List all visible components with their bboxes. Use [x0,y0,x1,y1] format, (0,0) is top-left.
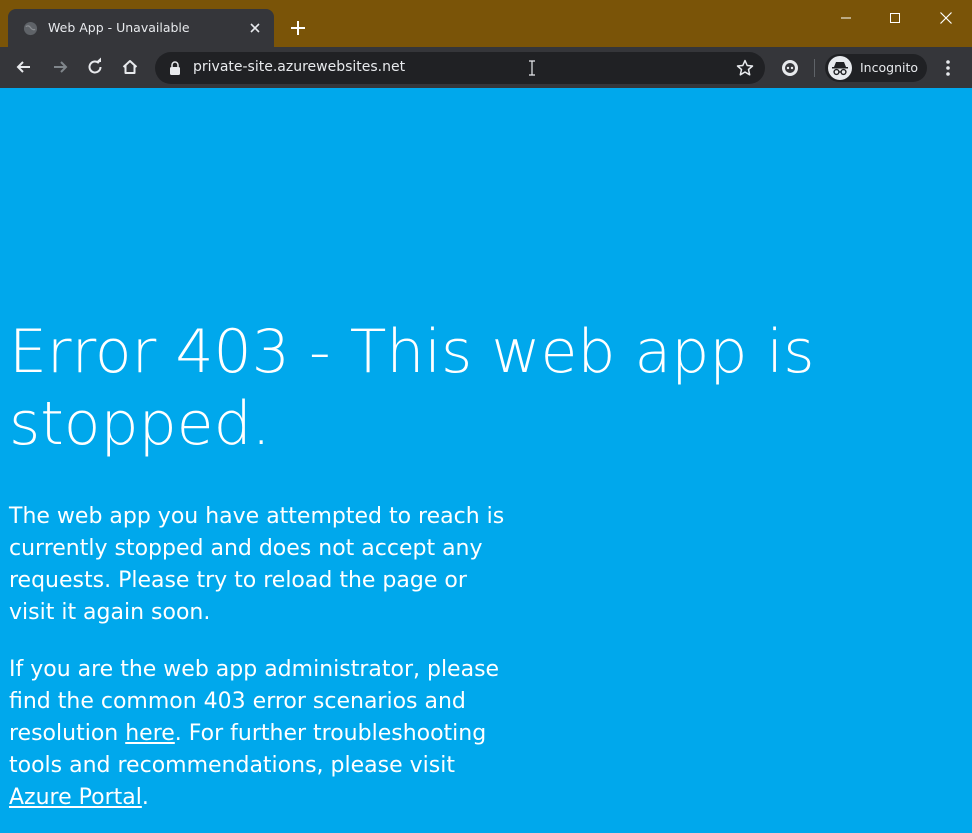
incognito-profile-button[interactable]: Incognito [825,54,927,82]
url-text[interactable]: private-site.azurewebsites.net [193,59,405,75]
incognito-label: Incognito [860,60,919,75]
admin-help-text: If you are the web app administrator, pl… [9,654,519,814]
incognito-icon [828,56,852,80]
home-icon[interactable] [120,57,140,77]
globe-icon [23,21,38,36]
text-cursor-icon [529,60,535,76]
here-link[interactable]: here [125,721,175,746]
maximize-icon[interactable] [885,8,905,28]
error-heading: Error 403 - This web app is stopped. [9,317,815,459]
azure-portal-link[interactable]: Azure Portal [9,785,142,810]
tab-title: Web App - Unavailable [48,20,190,35]
close-tab-icon[interactable] [246,19,264,37]
admin-help-part3: . [141,785,149,810]
toolbar-divider [814,59,815,77]
reload-icon[interactable] [85,57,105,77]
browser-titlebar: Web App - Unavailable [0,0,972,47]
back-arrow-icon[interactable] [14,57,34,77]
forward-arrow-icon[interactable] [50,57,70,77]
browser-tab[interactable]: Web App - Unavailable [8,9,274,47]
extension-icon[interactable] [780,58,800,78]
more-options-icon[interactable] [938,58,958,78]
lock-icon[interactable] [169,61,181,75]
close-window-icon[interactable] [936,8,956,28]
browser-toolbar: private-site.azurewebsites.net Incognito [0,47,972,88]
bookmark-star-icon[interactable] [735,58,755,78]
minimize-icon[interactable] [836,8,856,28]
address-bar[interactable]: private-site.azurewebsites.net [155,52,765,84]
page-content: Error 403 - This web app is stopped. The… [0,88,972,833]
error-description: The web app you have attempted to reach … [9,504,505,625]
new-tab-icon[interactable] [288,18,308,38]
